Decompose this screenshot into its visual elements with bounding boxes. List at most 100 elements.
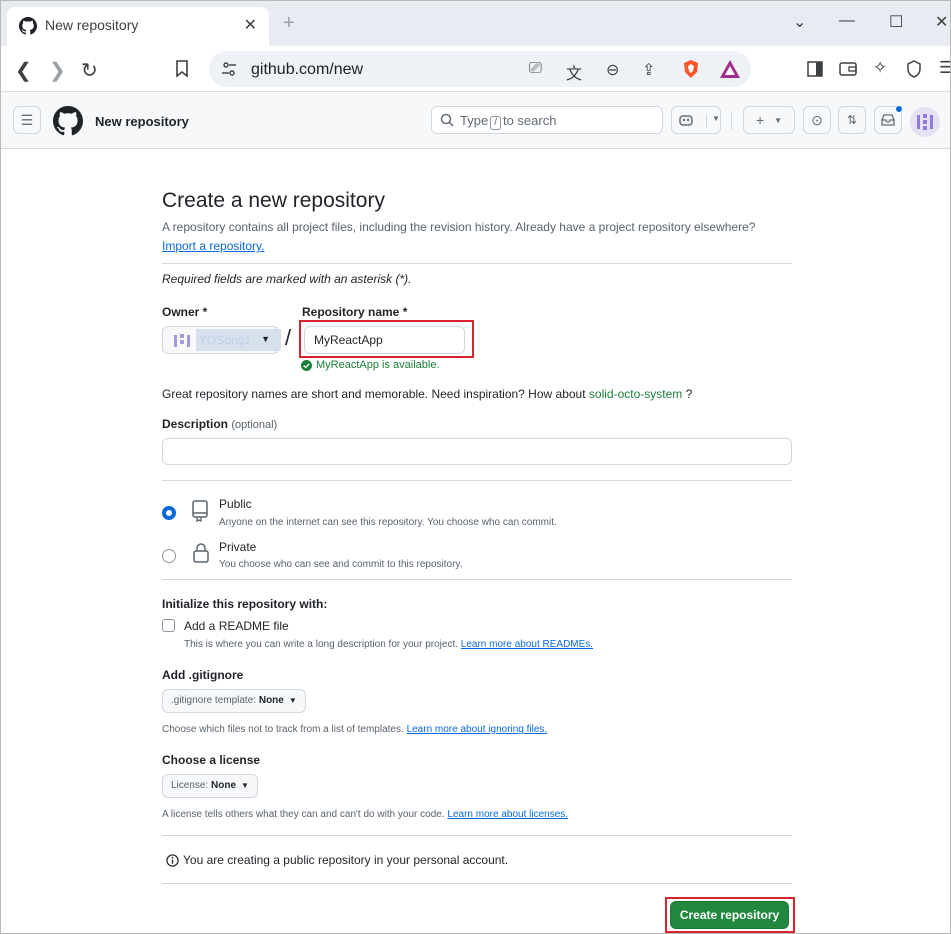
page-title: Create a new repository — [162, 189, 385, 212]
ignoring-files-learn-more-link[interactable]: Learn more about ignoring files. — [407, 724, 548, 735]
divider — [162, 835, 792, 836]
brave-shields-icon[interactable] — [681, 59, 701, 79]
zoom-out-icon[interactable]: ⊖ — [606, 60, 619, 80]
install-app-icon[interactable]: ⎚ — [529, 60, 542, 78]
address-bar[interactable]: github.com/new ⎚ 文 ⊖ ⇪ — [209, 51, 751, 87]
description-label: Description (optional) — [162, 417, 278, 431]
brave-rewards-icon[interactable] — [719, 59, 741, 79]
pull-requests-button[interactable]: ⇅ — [838, 106, 866, 134]
reload-icon[interactable]: ↻ — [81, 58, 98, 83]
forward-icon[interactable]: ❯ — [49, 58, 66, 83]
repo-name-label: Repository name * — [302, 305, 408, 319]
minimize-icon[interactable]: — — [839, 12, 855, 30]
inbox-icon — [881, 114, 895, 126]
private-radio[interactable] — [162, 549, 176, 563]
private-title: Private — [219, 540, 257, 554]
lock-icon — [193, 543, 209, 563]
gitignore-chevron-down-icon: ▼ — [288, 696, 297, 705]
divider — [162, 480, 792, 481]
leo-ai-icon[interactable]: ✧ — [873, 58, 887, 78]
menu-icon[interactable]: ☰ — [939, 58, 950, 78]
readme-description: This is where you can write a long descr… — [184, 639, 594, 650]
owner-chevron-down-icon: ▼ — [261, 334, 270, 344]
divider — [162, 883, 792, 884]
suggested-name-link[interactable]: solid-octo-system — [589, 387, 682, 401]
readme-label[interactable]: Add a README file — [184, 619, 289, 633]
github-logo-icon[interactable] — [53, 106, 83, 136]
owner-avatar-icon — [174, 334, 190, 347]
github-favicon-icon — [19, 17, 37, 35]
public-radio[interactable] — [162, 506, 176, 520]
create-button-highlight — [665, 897, 795, 933]
translate-icon[interactable]: 文 — [566, 60, 582, 84]
sidebar-toggle-icon[interactable] — [807, 61, 823, 77]
back-icon[interactable]: ❮ — [15, 58, 32, 83]
license-label: Choose a license — [162, 753, 261, 767]
public-title: Public — [219, 497, 252, 511]
readme-checkbox[interactable] — [162, 619, 175, 632]
vpn-icon[interactable] — [906, 60, 922, 78]
search-input[interactable]: Type / to search — [431, 106, 663, 134]
gitignore-label: Add .gitignore — [162, 668, 244, 682]
search-placeholder: Type / to search — [460, 113, 557, 130]
github-header: ☰ New repository Type / to search ▼ + ▼ ⊙ … — [1, 92, 950, 149]
window-close-icon[interactable]: ✕ — [935, 12, 948, 32]
new-tab-icon[interactable]: + — [283, 12, 295, 35]
licenses-learn-more-link[interactable]: Learn more about licenses. — [447, 809, 568, 820]
create-chevron-icon: ▼ — [774, 115, 783, 125]
plus-icon: + — [755, 112, 765, 128]
gitignore-template-select[interactable]: .gitignore template: None ▼ — [162, 689, 306, 713]
tab-search-chevron-icon[interactable]: ⌄ — [793, 12, 806, 32]
user-avatar[interactable] — [910, 107, 940, 137]
browser-window: New repository ✕ + ⌄ — ☐ ✕ ❮ ❯ ↻ github.… — [0, 0, 951, 934]
license-select[interactable]: License: None ▼ — [162, 774, 258, 798]
browser-toolbar: ❮ ❯ ↻ github.com/new ⎚ 文 ⊖ ⇪ ✧ ☰ — [1, 46, 950, 92]
name-suggestion-text: Great repository names are short and mem… — [162, 387, 693, 401]
tab-title: New repository — [45, 17, 139, 33]
readmes-learn-more-link[interactable]: Learn more about READMEs. — [461, 639, 593, 650]
private-description: You choose who can see and commit to thi… — [219, 559, 463, 570]
create-new-button[interactable]: + ▼ — [743, 106, 795, 134]
header-divider — [731, 112, 732, 130]
share-icon[interactable]: ⇪ — [642, 60, 655, 80]
import-repository-link[interactable]: Import a repository. — [162, 239, 264, 253]
license-chevron-down-icon: ▼ — [241, 781, 249, 790]
issues-button[interactable]: ⊙ — [803, 106, 831, 134]
description-input[interactable] — [162, 438, 792, 465]
owner-label: Owner * — [162, 305, 208, 319]
page-context-title: New repository — [95, 114, 189, 129]
gitignore-description: Choose which files not to track from a l… — [162, 724, 548, 735]
owner-select[interactable]: YOSong1 ▼ — [162, 326, 281, 354]
availability-message: MyReactApp is available. — [301, 359, 440, 371]
hamburger-icon: ☰ — [20, 111, 34, 128]
bookmark-icon[interactable] — [175, 60, 189, 78]
copilot-button[interactable]: ▼ — [671, 106, 721, 134]
public-description: Anyone on the internet can see this repo… — [219, 517, 557, 528]
hamburger-menu-button[interactable]: ☰ — [13, 106, 41, 134]
search-icon — [440, 113, 454, 127]
pull-request-icon: ⇅ — [846, 113, 858, 127]
initialize-label: Initialize this repository with: — [162, 597, 328, 611]
page-subtitle: A repository contains all project files,… — [162, 220, 756, 253]
wallet-icon[interactable] — [839, 61, 857, 77]
url-text: github.com/new — [251, 61, 364, 78]
divider — [162, 579, 792, 580]
repo-name-highlight — [299, 320, 474, 358]
gitignore-selected-value: None — [258, 695, 284, 706]
site-info-icon[interactable] — [221, 61, 237, 77]
optional-tag: (optional) — [231, 419, 278, 431]
issues-icon: ⊙ — [811, 111, 823, 128]
owner-repo-separator: / — [285, 325, 292, 350]
info-icon — [166, 853, 179, 867]
tab-close-icon[interactable]: ✕ — [244, 15, 257, 35]
license-description: A license tells others what they can and… — [162, 809, 569, 820]
notification-dot — [895, 105, 903, 113]
tab-new-repository[interactable]: New repository ✕ — [7, 7, 269, 46]
repo-icon — [192, 500, 208, 522]
avatar-identicon-icon — [917, 114, 933, 130]
search-shortcut-key: / — [490, 116, 501, 130]
info-notice: You are creating a public repository in … — [166, 853, 508, 867]
copilot-chevron-icon[interactable]: ▼ — [706, 114, 720, 128]
maximize-icon[interactable]: ☐ — [889, 12, 903, 32]
required-note: Required fields are marked with an aster… — [162, 272, 412, 286]
